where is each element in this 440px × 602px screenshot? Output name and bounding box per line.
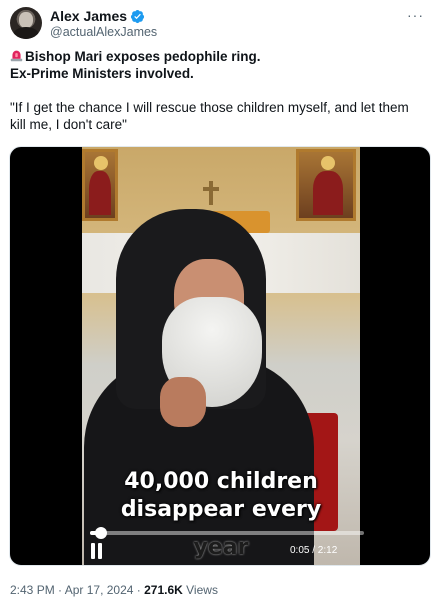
tweet-line-1-container: Bishop Mari exposes pedophile ring. — [10, 48, 430, 65]
tweet-line-1: Bishop Mari exposes pedophile ring. — [25, 49, 261, 64]
author-avatar[interactable] — [10, 7, 42, 39]
pause-bar-right — [98, 543, 102, 559]
author-name-row: Alex James — [50, 8, 145, 24]
video-scrubber-handle[interactable] — [94, 527, 107, 539]
video-caption-line-2: disappear every — [120, 497, 322, 522]
video-frame[interactable]: 40,000 children disappear every year — [82, 147, 360, 565]
meta-separator: · — [54, 583, 65, 597]
post-time[interactable]: 2:43 PM — [10, 583, 55, 597]
tweet-header: Alex James @actualAlexJames ··· — [10, 6, 430, 40]
post-date[interactable]: Apr 17, 2024 — [65, 583, 134, 597]
video-timecode: 0:05 / 2:12 — [290, 545, 338, 556]
author-display-name[interactable]: Alex James — [50, 8, 127, 24]
left-wall-icon-painting — [82, 149, 118, 221]
siren-icon — [10, 50, 23, 62]
painting-robe — [313, 171, 343, 215]
speaker-hand — [160, 377, 206, 427]
avatar-shoulders — [13, 27, 39, 39]
tweet-line-2: Ex-Prime Ministers involved. — [10, 66, 194, 81]
author-handle[interactable]: @actualAlexJames — [50, 25, 157, 40]
tweet-text: Bishop Mari exposes pedophile ring. Ex-P… — [10, 48, 430, 133]
tweet-meta: 2:43 PM · Apr 17, 2024 · 271.6K Views — [10, 583, 218, 597]
cross-icon — [203, 181, 219, 205]
tweet-quote: "If I get the chance I will rescue those… — [10, 100, 409, 132]
right-wall-icon-painting — [296, 149, 356, 221]
painting-robe — [89, 171, 111, 215]
pause-icon[interactable] — [90, 543, 104, 559]
meta-separator: · — [133, 583, 145, 597]
video-caption-line-1: 40,000 children — [124, 469, 318, 494]
verified-badge-icon — [130, 9, 145, 23]
views-label: Views — [182, 583, 218, 597]
video-player[interactable]: 40,000 children disappear every year 0:0… — [9, 146, 431, 566]
more-options-icon[interactable]: ··· — [407, 7, 424, 23]
avatar-face — [19, 12, 33, 28]
painting-halo — [321, 156, 335, 170]
painting-halo — [94, 156, 108, 170]
video-progress-bar[interactable] — [90, 527, 364, 539]
views-count[interactable]: 271.6K — [144, 583, 183, 597]
pause-bar-left — [91, 543, 95, 559]
